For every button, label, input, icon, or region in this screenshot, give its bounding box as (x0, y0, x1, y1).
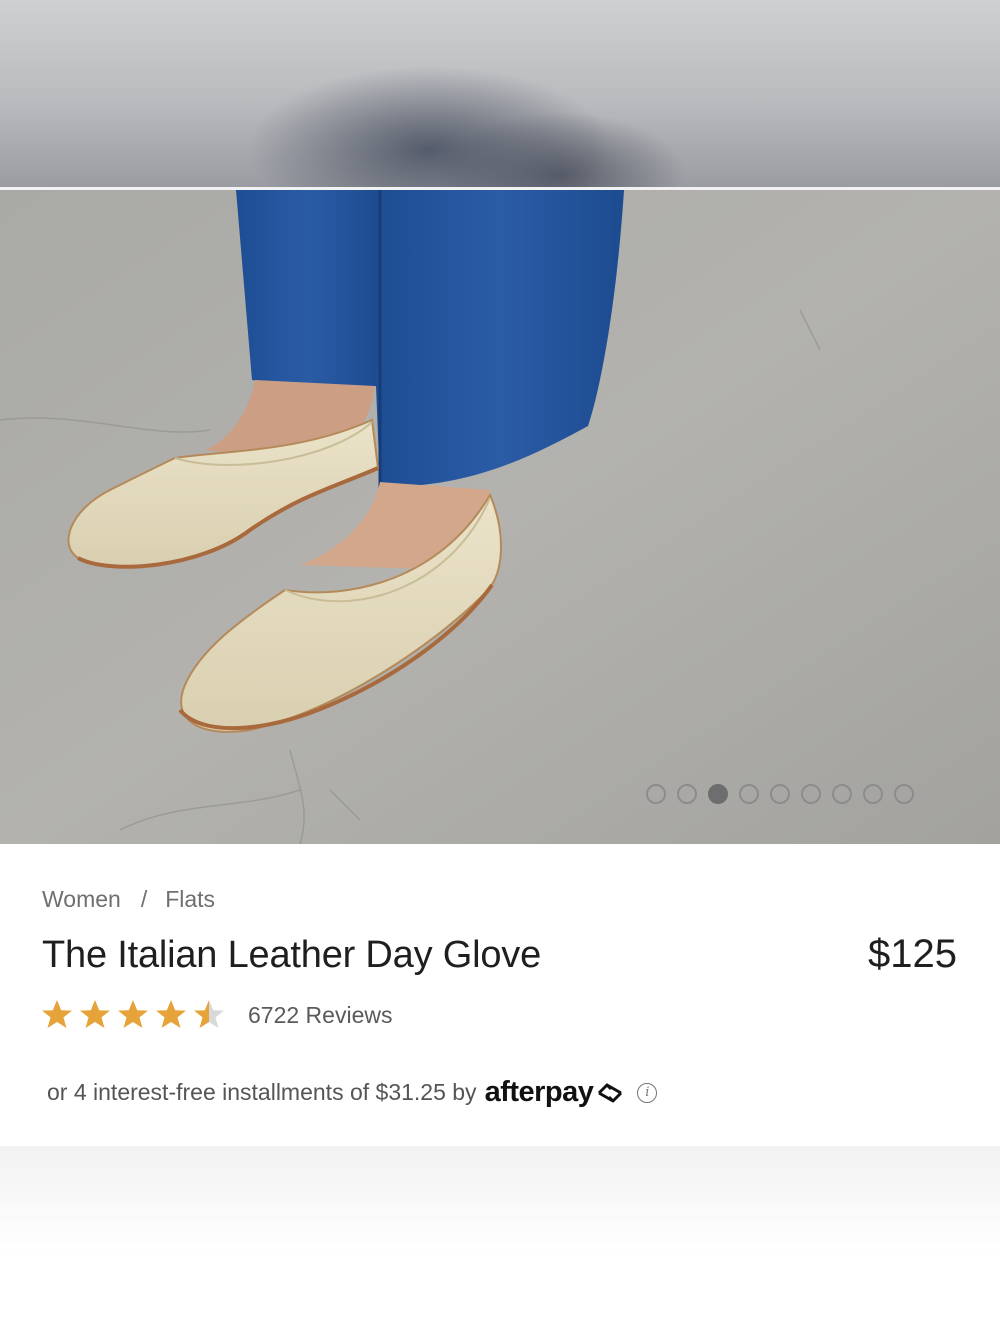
breadcrumb-women-link[interactable]: Women (42, 886, 121, 913)
product-price: $125 (868, 932, 957, 976)
product-image[interactable] (0, 190, 1000, 844)
breadcrumb-separator: / (140, 886, 148, 912)
star-rating (40, 998, 226, 1032)
carousel-dot[interactable] (739, 784, 759, 804)
info-icon[interactable]: i (637, 1082, 658, 1103)
carousel-dot[interactable] (677, 784, 697, 804)
carousel-dot[interactable] (894, 784, 914, 804)
star-icon (118, 1000, 148, 1028)
star-icon (80, 1000, 110, 1028)
carousel-dot[interactable] (646, 784, 666, 804)
carousel-dot[interactable] (770, 784, 790, 804)
carousel-dot[interactable] (832, 784, 852, 804)
afterpay-logo: afterpay (485, 1076, 626, 1109)
afterpay-brand: afterpay (484, 1076, 594, 1108)
bottom-faded-area (0, 1146, 1000, 1333)
afterpay-arrows-icon (598, 1083, 623, 1102)
reviews-count-link[interactable]: 6722 Reviews (248, 1002, 392, 1029)
product-info: Women / Flats The Italian Leather Day Gl… (0, 844, 1000, 1146)
image-carousel-dots[interactable] (646, 782, 914, 806)
breadcrumb: Women / Flats (42, 886, 215, 913)
afterpay-text: or 4 interest-free installments of $31.2… (47, 1079, 477, 1105)
carousel-dot[interactable] (708, 784, 728, 804)
star-icon (156, 1000, 186, 1028)
star-icon (194, 1000, 224, 1028)
star-icon (42, 1000, 72, 1028)
product-rating[interactable]: 6722 Reviews (40, 998, 392, 1032)
product-title: The Italian Leather Day Glove (42, 934, 542, 976)
product-photo-flats-on-concrete (0, 190, 1000, 844)
carousel-dot[interactable] (801, 784, 821, 804)
afterpay-installments: or 4 interest-free installments of $31.2… (47, 1076, 658, 1109)
blurred-header-area (0, 0, 1000, 187)
carousel-dot[interactable] (863, 784, 883, 804)
breadcrumb-flats-link[interactable]: Flats (165, 886, 215, 913)
